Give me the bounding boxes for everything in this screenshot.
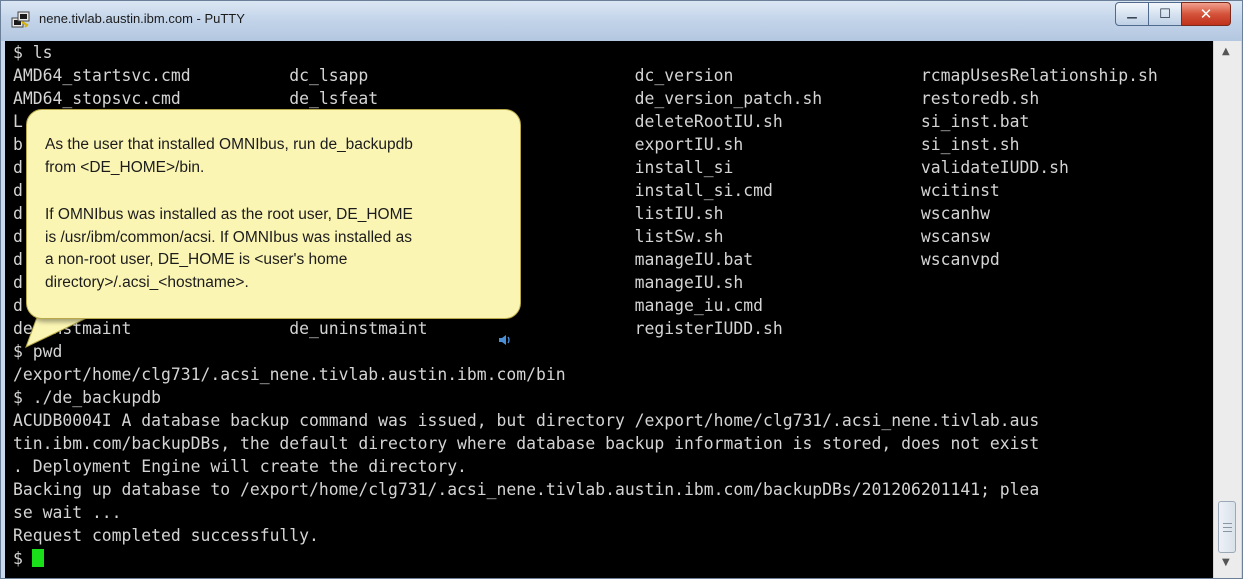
callout-instruction: As the user that installed OMNIbus, run … <box>45 134 515 179</box>
callout-line: is /usr/ibm/common/acsi. If OMNIbus was … <box>45 228 412 246</box>
prompt: $ <box>13 549 23 568</box>
minimize-icon: — <box>1126 10 1138 24</box>
title-bar[interactable]: nene.tivlab.austin.ibm.com - PuTTY — ☐ ✕ <box>1 1 1242 41</box>
callout-line: a non-root user, DE_HOME is <user's home <box>45 251 348 268</box>
tooltip-callout: As the user that installed OMNIbus, run … <box>26 109 521 319</box>
grip-line <box>1223 527 1232 528</box>
terminal-line: $ ./de_backupdb <box>13 388 162 407</box>
vertical-scrollbar[interactable]: ▲ ▼ <box>1213 41 1241 578</box>
terminal-line: $ pwd <box>13 342 63 361</box>
terminal-line: tin.ibm.com/backupDBs, the default direc… <box>13 434 1040 453</box>
terminal-line: ACUDB0004I A database backup command was… <box>13 411 1040 430</box>
grip-line <box>1223 523 1232 524</box>
terminal-line: AMD64_stopsvc.cmd de_lsfeat de_version_p… <box>13 89 1040 108</box>
callout-line: As the user that installed OMNIbus, run … <box>45 136 413 153</box>
maximize-icon: ☐ <box>1159 6 1171 22</box>
putty-window: nene.tivlab.austin.ibm.com - PuTTY — ☐ ✕… <box>0 0 1243 579</box>
minimize-button[interactable]: — <box>1115 2 1149 26</box>
terminal-line: AMD64_startsvc.cmd dc_lsapp dc_version r… <box>13 66 1158 85</box>
terminal-cursor <box>31 549 44 567</box>
terminal-line: . Deployment Engine will create the dire… <box>13 457 467 476</box>
callout-explanation: If OMNIbus was installed as the root use… <box>45 204 515 294</box>
callout-line: from <DE_HOME>/bin. <box>45 158 205 176</box>
callout-line: If OMNIbus was installed as the root use… <box>45 206 413 223</box>
prompt-line[interactable]: $ <box>13 547 44 570</box>
terminal-line: se wait ... <box>13 503 122 522</box>
speaker-icon <box>499 335 510 345</box>
callout-line: directory>/.acsi_<hostname>. <box>45 273 249 291</box>
close-icon: ✕ <box>1199 5 1213 23</box>
scroll-up-arrow-icon[interactable]: ▲ <box>1222 46 1230 57</box>
maximize-button[interactable]: ☐ <box>1148 2 1182 26</box>
window-title: nene.tivlab.austin.ibm.com - PuTTY <box>39 11 245 26</box>
scroll-down-arrow-icon[interactable]: ▼ <box>1222 557 1230 568</box>
terminal-line: /export/home/clg731/.acsi_nene.tivlab.au… <box>13 365 566 384</box>
terminal-line: de_instmaint de_uninstmaint registerIUDD… <box>13 319 783 338</box>
terminal-line: Backing up database to /export/home/clg7… <box>13 480 1040 499</box>
grip-line <box>1223 531 1232 532</box>
putty-icon[interactable] <box>11 10 31 30</box>
terminal-line: $ ls <box>13 43 53 62</box>
close-button[interactable]: ✕ <box>1181 2 1231 26</box>
terminal-line: Request completed successfully. <box>13 526 319 545</box>
scrollbar-thumb[interactable] <box>1218 501 1236 553</box>
